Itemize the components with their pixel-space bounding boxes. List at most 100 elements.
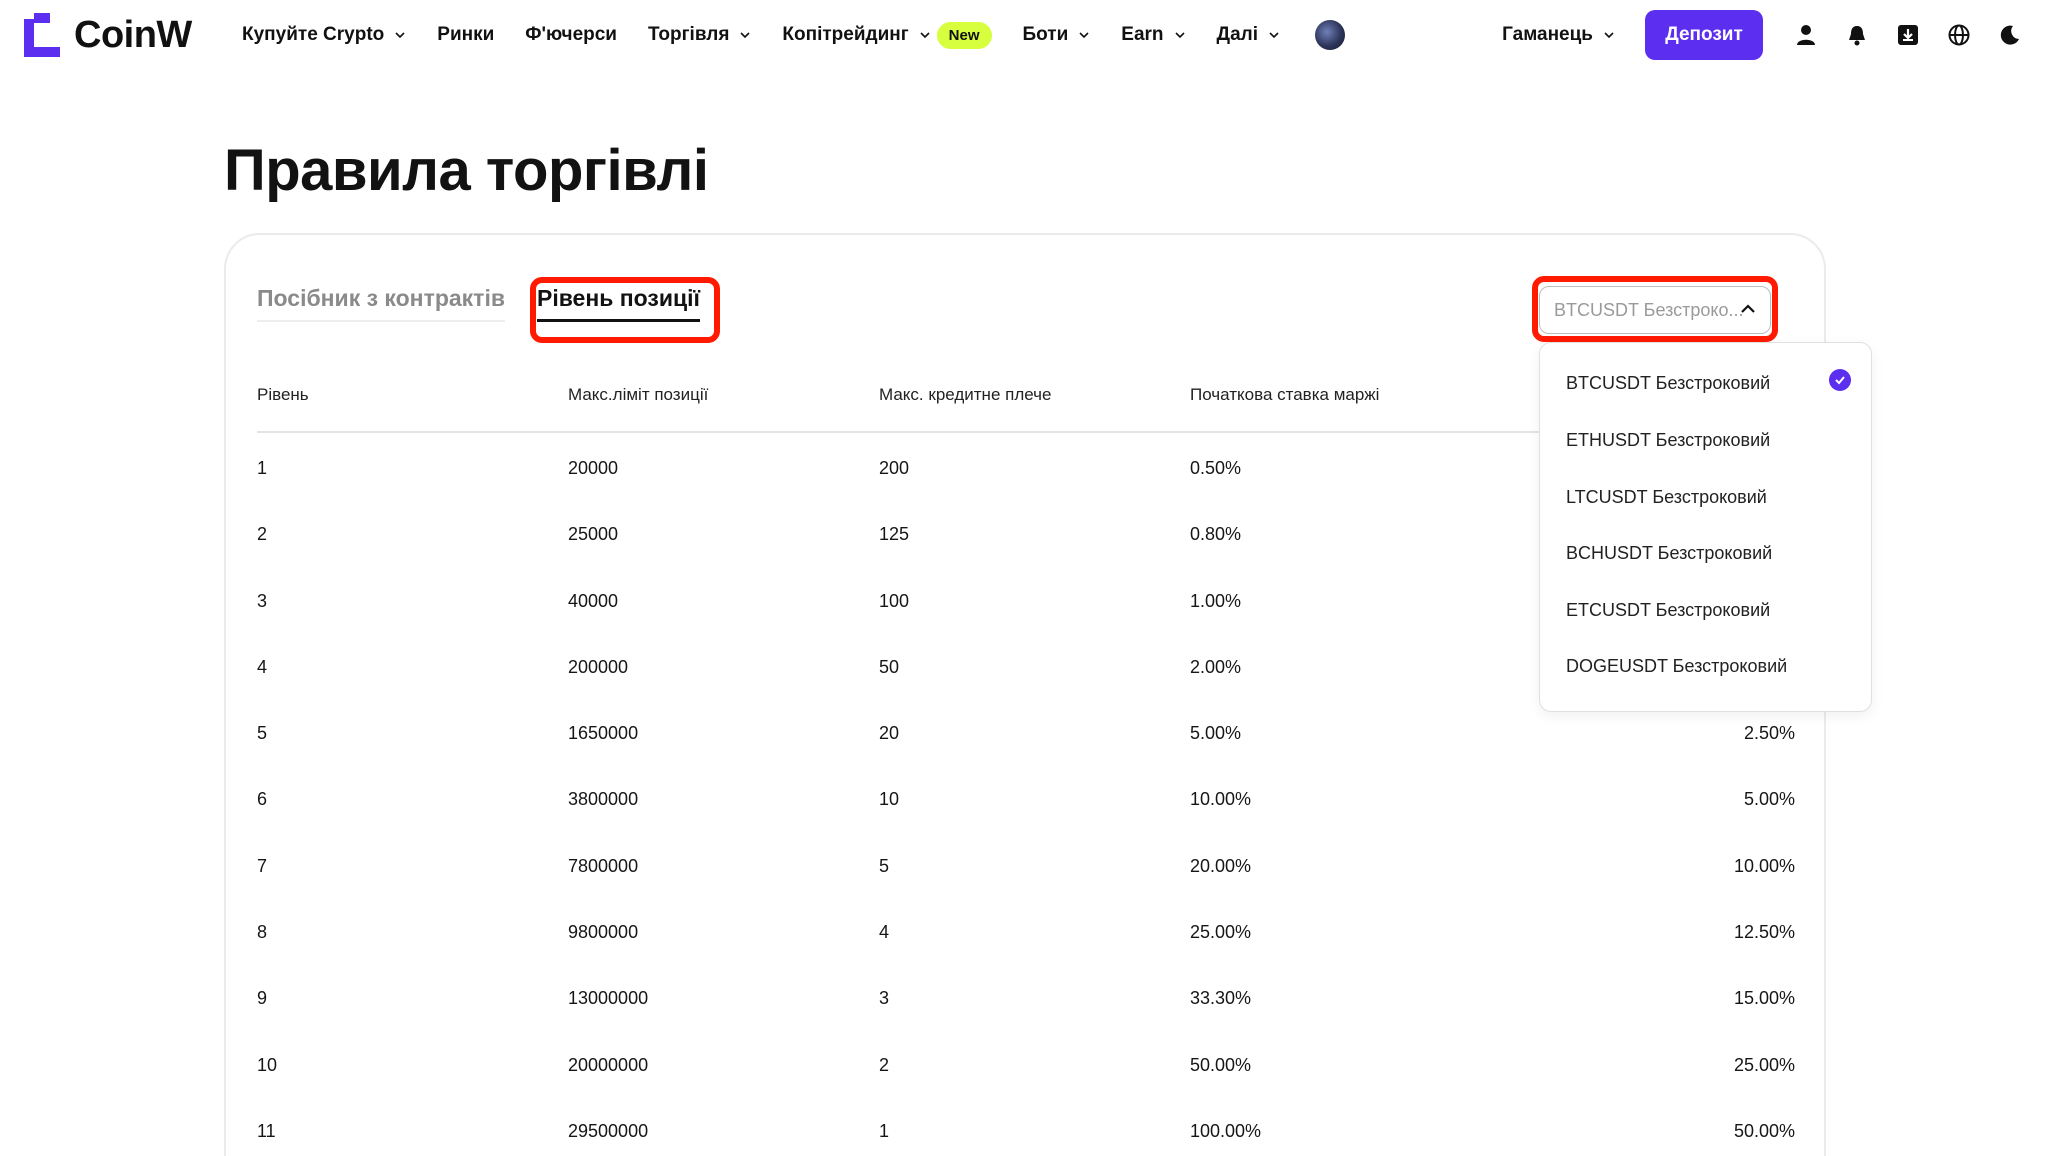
table-cell: 50.00% <box>1190 1054 1252 1075</box>
main-menu: Купуйте Crypto Ринки Ф'ючерси Торгівля К… <box>242 0 1345 70</box>
nav-item-markets[interactable]: Ринки <box>437 24 494 46</box>
table-cell: 6 <box>257 789 268 810</box>
table-cell: 8 <box>257 922 268 943</box>
chevron-down-icon <box>1174 32 1185 39</box>
dropdown-option[interactable]: BTCUSDT Безстроковий <box>1566 373 1770 394</box>
dropdown-option[interactable]: DOGEUSDT Безстроковий <box>1566 656 1787 677</box>
nav-item-trade[interactable]: Торгівля <box>648 24 751 46</box>
nav-item-label: Боти <box>1022 24 1069 45</box>
chevron-down-icon <box>740 32 750 39</box>
table-cell: 9800000 <box>568 922 639 943</box>
table-cell: 20.00% <box>1190 855 1252 876</box>
dropdown-option[interactable]: ETHUSDT Безстроковий <box>1566 430 1770 451</box>
logo[interactable]: CoinW <box>24 13 192 57</box>
table-cell: 0.80% <box>1190 524 1242 545</box>
table-cell: 10.00% <box>1733 855 1795 876</box>
table-cell: 200 <box>879 458 910 478</box>
table-cell: 9 <box>257 988 268 1009</box>
table-cell: 13000000 <box>568 988 649 1009</box>
bell-icon[interactable] <box>1844 22 1870 48</box>
chevron-down-icon <box>395 32 405 39</box>
column-header-max-leverage: Макс. кредитне плече <box>879 385 1052 404</box>
dropdown-option[interactable]: ETCUSDT Безстроковий <box>1566 600 1770 621</box>
nav-item-label: Ф'ючерси <box>525 24 617 45</box>
nav-item-label: Далі <box>1216 24 1258 45</box>
highlight-box-select <box>1532 276 1778 342</box>
user-icon[interactable] <box>1793 22 1819 48</box>
chevron-down-icon <box>1269 32 1279 39</box>
brand-name: CoinW <box>74 13 192 56</box>
nav-item-earn[interactable]: Earn <box>1121 24 1185 46</box>
table-cell: 12.50% <box>1733 922 1795 943</box>
chevron-down-icon <box>1604 32 1614 39</box>
table-cell: 3 <box>879 988 890 1009</box>
nav-item-label: Earn <box>1121 24 1164 45</box>
new-badge: New <box>936 21 992 49</box>
promo-avatar-icon[interactable] <box>1314 20 1345 50</box>
nav-item-more[interactable]: Далі <box>1217 24 1280 46</box>
table-cell: 33.30% <box>1190 988 1252 1009</box>
top-nav: CoinW Купуйте Crypto Ринки Ф'ючерси Торг… <box>0 0 2048 70</box>
contract-dropdown-menu: BTCUSDT Безстроковий ETHUSDT Безстроковий… <box>1539 342 1872 712</box>
table-row: 8 9800000 4 25.00% 12.50% <box>257 902 1795 968</box>
table-row: 7 7800000 5 20.00% 10.00% <box>257 836 1795 902</box>
table-cell: 11 <box>257 1120 276 1141</box>
table-cell: 5 <box>257 723 268 744</box>
table-cell: 15.00% <box>1733 988 1795 1009</box>
highlight-box-tab <box>530 277 720 343</box>
chevron-down-icon <box>920 32 930 39</box>
nav-item-buy-crypto[interactable]: Купуйте Crypto <box>242 24 406 46</box>
table-cell: 10 <box>879 789 900 810</box>
table-cell: 50.00% <box>1733 1120 1795 1141</box>
download-icon[interactable] <box>1895 22 1921 48</box>
table-cell: 1.00% <box>1190 590 1242 611</box>
table-cell: 40000 <box>568 590 619 611</box>
nav-item-futures[interactable]: Ф'ючерси <box>525 24 617 46</box>
nav-item-bots[interactable]: Боти <box>1023 24 1091 46</box>
table-cell: 1 <box>257 458 268 478</box>
tab-contract-guide[interactable]: Посібник з контрактів <box>257 285 505 322</box>
table-row: 10 20000000 2 50.00% 25.00% <box>257 1035 1795 1101</box>
table-cell: 100 <box>879 590 910 611</box>
table-cell: 25000 <box>568 524 619 545</box>
deposit-button[interactable]: Депозит <box>1645 10 1763 60</box>
table-cell: 2.00% <box>1190 656 1242 677</box>
table-cell: 200000 <box>568 656 629 677</box>
right-nav: Гаманець Депозит <box>1502 0 2048 70</box>
column-header-level: Рівень <box>257 385 309 404</box>
table-cell: 7800000 <box>568 855 639 876</box>
table-cell: 5 <box>879 855 890 876</box>
table-cell: 10.00% <box>1190 789 1252 810</box>
table-cell: 20000000 <box>568 1054 649 1075</box>
nav-item-copy-trading[interactable]: Копітрейдинг New <box>782 21 992 49</box>
wallet-menu[interactable]: Гаманець <box>1502 24 1615 46</box>
moon-icon[interactable] <box>1997 22 2023 48</box>
dropdown-option[interactable]: LTCUSDT Безстроковий <box>1566 487 1767 508</box>
table-cell: 3800000 <box>568 789 639 810</box>
table-cell: 1 <box>879 1120 890 1141</box>
table-cell: 2 <box>257 524 268 545</box>
table-cell: 0.50% <box>1190 458 1242 478</box>
chevron-down-icon <box>1079 32 1089 39</box>
table-cell: 4 <box>879 922 890 943</box>
table-cell: 3 <box>257 590 268 611</box>
table-cell: 100.00% <box>1190 1120 1262 1141</box>
table-row: 5 1650000 20 5.00% 2.50% <box>257 703 1795 769</box>
column-header-initial-margin: Початкова ставка маржі <box>1190 385 1380 404</box>
checkmark-icon <box>1829 369 1851 391</box>
coinw-logo-icon <box>24 13 60 57</box>
page-title: Правила торгівлі <box>224 138 709 203</box>
table-cell: 25.00% <box>1190 922 1252 943</box>
table-cell: 125 <box>879 524 910 545</box>
table-cell: 10 <box>257 1054 278 1075</box>
globe-icon[interactable] <box>1946 22 1972 48</box>
nav-item-label: Копітрейдинг <box>782 24 909 45</box>
dropdown-option[interactable]: BCHUSDT Безстроковий <box>1566 543 1772 564</box>
table-row: 9 13000000 3 33.30% 15.00% <box>257 968 1795 1034</box>
table-cell: 4 <box>257 656 268 677</box>
table-row: 11 29500000 1 100.00% 50.00% <box>257 1101 1795 1156</box>
wallet-label: Гаманець <box>1502 24 1593 45</box>
column-header-max-position: Макс.ліміт позиції <box>568 385 709 404</box>
nav-item-label: Торгівля <box>648 24 730 45</box>
table-cell: 1650000 <box>568 723 639 744</box>
